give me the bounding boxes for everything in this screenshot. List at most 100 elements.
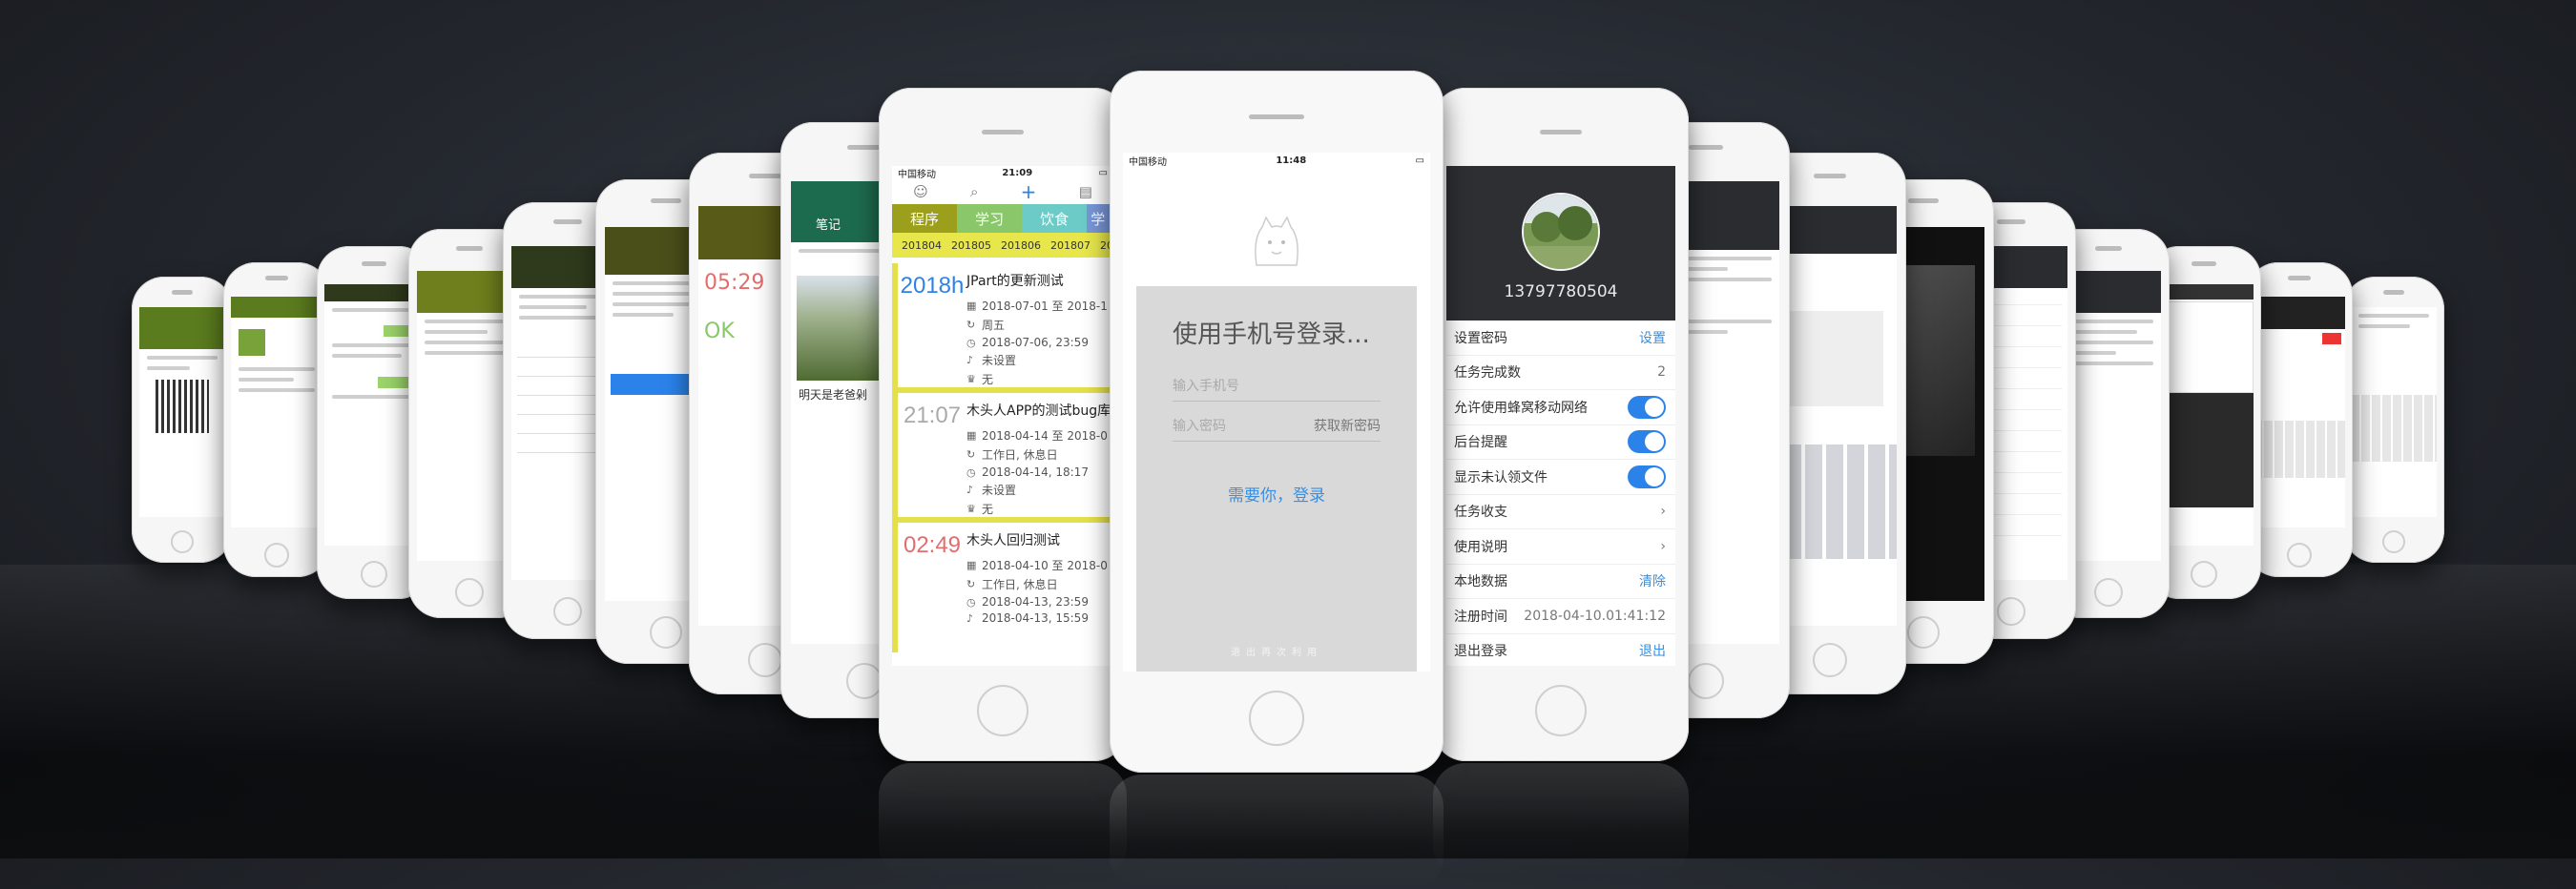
phone-input[interactable]: 输入手机号 — [1173, 362, 1381, 402]
clock: 11:48 — [1276, 155, 1307, 166]
calendar-icon: ▦ — [966, 559, 977, 571]
login-card: 使用手机号登录... 输入手机号 输入密码 获取新密码 需要你，登录 退出再次利… — [1136, 286, 1417, 672]
login-button[interactable]: 需要你，登录 — [1136, 482, 1417, 506]
reflection — [879, 763, 1127, 878]
task-deadline: 2018-07-06, 23:59 — [982, 336, 1089, 349]
month-item[interactable]: 201806 — [1001, 239, 1041, 252]
repeat-icon: ↻ — [966, 578, 976, 590]
get-password-button[interactable]: 获取新密码 — [1314, 416, 1381, 435]
settings-label: 设置密码 — [1454, 330, 1507, 346]
phone-placeholder: 输入手机号 — [1173, 379, 1239, 394]
password-input[interactable]: 输入密码 获取新密码 — [1173, 402, 1381, 442]
task-date-range: 2018-04-10 至 2018-0 — [982, 559, 1108, 572]
settings-row[interactable]: 设置密码 设置 — [1446, 320, 1675, 356]
phone-left-8 — [132, 277, 233, 563]
reflection — [1433, 763, 1689, 878]
task-time: 21:07 — [903, 403, 962, 428]
profile-header: 13797780504 — [1446, 166, 1675, 320]
settings-row[interactable]: 本地数据 清除 — [1446, 565, 1675, 599]
category-tabs: 程序 学习 饮食 学 — [892, 204, 1113, 233]
avatar-icon — [239, 329, 265, 356]
home-button — [171, 530, 194, 553]
tab-study[interactable]: 学习 — [957, 204, 1023, 233]
settings-row[interactable]: 显示未认领文件 — [1446, 460, 1675, 495]
toggle-switch[interactable] — [1628, 430, 1666, 454]
phone-task-list: 中国移动 21:09 ▭ ☺ ⌕ + ▤ 程序 学习 饮食 学 201804 2… — [879, 88, 1127, 761]
task-title: 木头人APP的测试bug库 — [966, 403, 1111, 419]
calendar-icon: ▦ — [966, 300, 977, 312]
task-repeat: 工作日, 休息日 — [982, 448, 1058, 462]
home-button[interactable] — [977, 685, 1028, 736]
settings-row[interactable]: 退出登录 退出 — [1446, 634, 1675, 667]
month-item[interactable]: 201805 — [951, 239, 991, 252]
phone-left-7 — [223, 262, 330, 577]
settings-label: 退出登录 — [1454, 644, 1507, 660]
task-reminder: 2018-04-13, 15:59 — [982, 611, 1089, 625]
settings-row[interactable]: 任务收支 › — [1446, 495, 1675, 529]
settings-label: 后台提醒 — [1454, 435, 1507, 451]
speaker — [1540, 130, 1582, 134]
settings-value[interactable]: 清除 — [1639, 571, 1666, 590]
repeat-icon: ↻ — [966, 319, 976, 331]
settings-value[interactable]: 设置 — [1639, 328, 1666, 347]
clock: 21:09 — [1002, 167, 1033, 178]
bell-icon: ♪ — [966, 484, 974, 496]
phone-number: 13797780504 — [1504, 282, 1618, 301]
settings-label: 本地数据 — [1454, 574, 1507, 590]
toggle-switch[interactable] — [1628, 465, 1666, 488]
settings-label: 任务收支 — [1454, 505, 1507, 521]
month-item[interactable]: 201804 — [902, 239, 942, 252]
phone-right-8 — [2343, 277, 2444, 563]
month-strip: 201804 201805 201806 201807 2018 — [892, 233, 1113, 258]
task-card[interactable]: 02:49 木头人回归测试 ▦ 2018-04-10 至 2018-0 ↻ 工作日,… — [892, 523, 1113, 652]
add-icon[interactable]: + — [1021, 180, 1037, 203]
settings-row[interactable]: 使用说明 › — [1446, 529, 1675, 565]
settings-row[interactable]: 后台提醒 — [1446, 425, 1675, 460]
avatar[interactable] — [1522, 193, 1600, 271]
task-time: 02:49 — [903, 532, 962, 558]
task-card[interactable]: 21:07 木头人APP的测试bug库 ▦ 2018-04-14 至 2018-0… — [892, 393, 1113, 523]
reflection — [1110, 775, 1444, 889]
battery-icon: ▭ — [1098, 167, 1108, 178]
settings-value: › — [1660, 504, 1666, 520]
home-button[interactable] — [1249, 691, 1304, 746]
bell-icon: ♪ — [966, 354, 974, 366]
tab-program[interactable]: 程序 — [892, 204, 958, 233]
task-title: JPart的更新测试 — [966, 274, 1064, 289]
task-reminder: 未设置 — [982, 354, 1017, 367]
month-item[interactable]: 201807 — [1050, 239, 1091, 252]
tab-diet[interactable]: 饮食 — [1022, 204, 1088, 233]
settings-value: 2018-04-10.01:41:12 — [1524, 608, 1666, 624]
carrier: 中国移动 — [898, 169, 936, 180]
settings-label: 允许使用蜂窝移动网络 — [1454, 400, 1588, 416]
clock-icon: ◷ — [966, 336, 976, 349]
task-card[interactable]: 2018h JPart的更新测试 ▦ 2018-07-01 至 2018-1 ↻ 周… — [892, 263, 1113, 393]
task-deadline: 2018-04-14, 18:17 — [982, 465, 1089, 479]
home-button[interactable] — [1535, 685, 1587, 736]
settings-row[interactable]: 允许使用蜂窝移动网络 — [1446, 390, 1675, 425]
toggle-switch[interactable] — [1628, 395, 1666, 419]
calendar-icon: ▦ — [966, 429, 977, 442]
clock-icon: ◷ — [966, 595, 976, 609]
settings-list: 设置密码 设置任务完成数 2 允许使用蜂窝移动网络 后台提醒显示未认领文件任务收支 › 使用… — [1446, 320, 1675, 666]
settings-value: 2 — [1657, 364, 1666, 381]
battery-icon: ▭ — [1415, 155, 1424, 166]
status-bar: 中国移动 11:48 ▭ — [1123, 153, 1430, 168]
repeat-icon: ↻ — [966, 448, 976, 461]
qr-code-icon — [156, 380, 209, 433]
task-title: 木头人回归测试 — [966, 533, 1060, 548]
task-repeat: 周五 — [982, 319, 1006, 332]
crown-icon: ♛ — [966, 373, 976, 385]
task-deadline: 2018-04-13, 23:59 — [982, 595, 1089, 609]
layout-icon[interactable]: ▤ — [1079, 183, 1092, 200]
notes-label: 笔记 — [816, 218, 841, 233]
search-icon[interactable]: ⌕ — [970, 183, 978, 200]
crown-icon: ♛ — [966, 503, 976, 515]
settings-row[interactable]: 注册时间 2018-04-10.01:41:12 — [1446, 599, 1675, 634]
settings-row[interactable]: 任务完成数 2 — [1446, 356, 1675, 390]
mini-header — [139, 307, 225, 349]
user-icon[interactable]: ☺ — [913, 183, 928, 200]
phone-settings: 13797780504 设置密码 设置任务完成数 2 允许使用蜂窝移动网络 后台提醒显示… — [1433, 88, 1689, 761]
task-reward: 无 — [982, 373, 994, 386]
settings-value[interactable]: 退出 — [1639, 641, 1666, 660]
